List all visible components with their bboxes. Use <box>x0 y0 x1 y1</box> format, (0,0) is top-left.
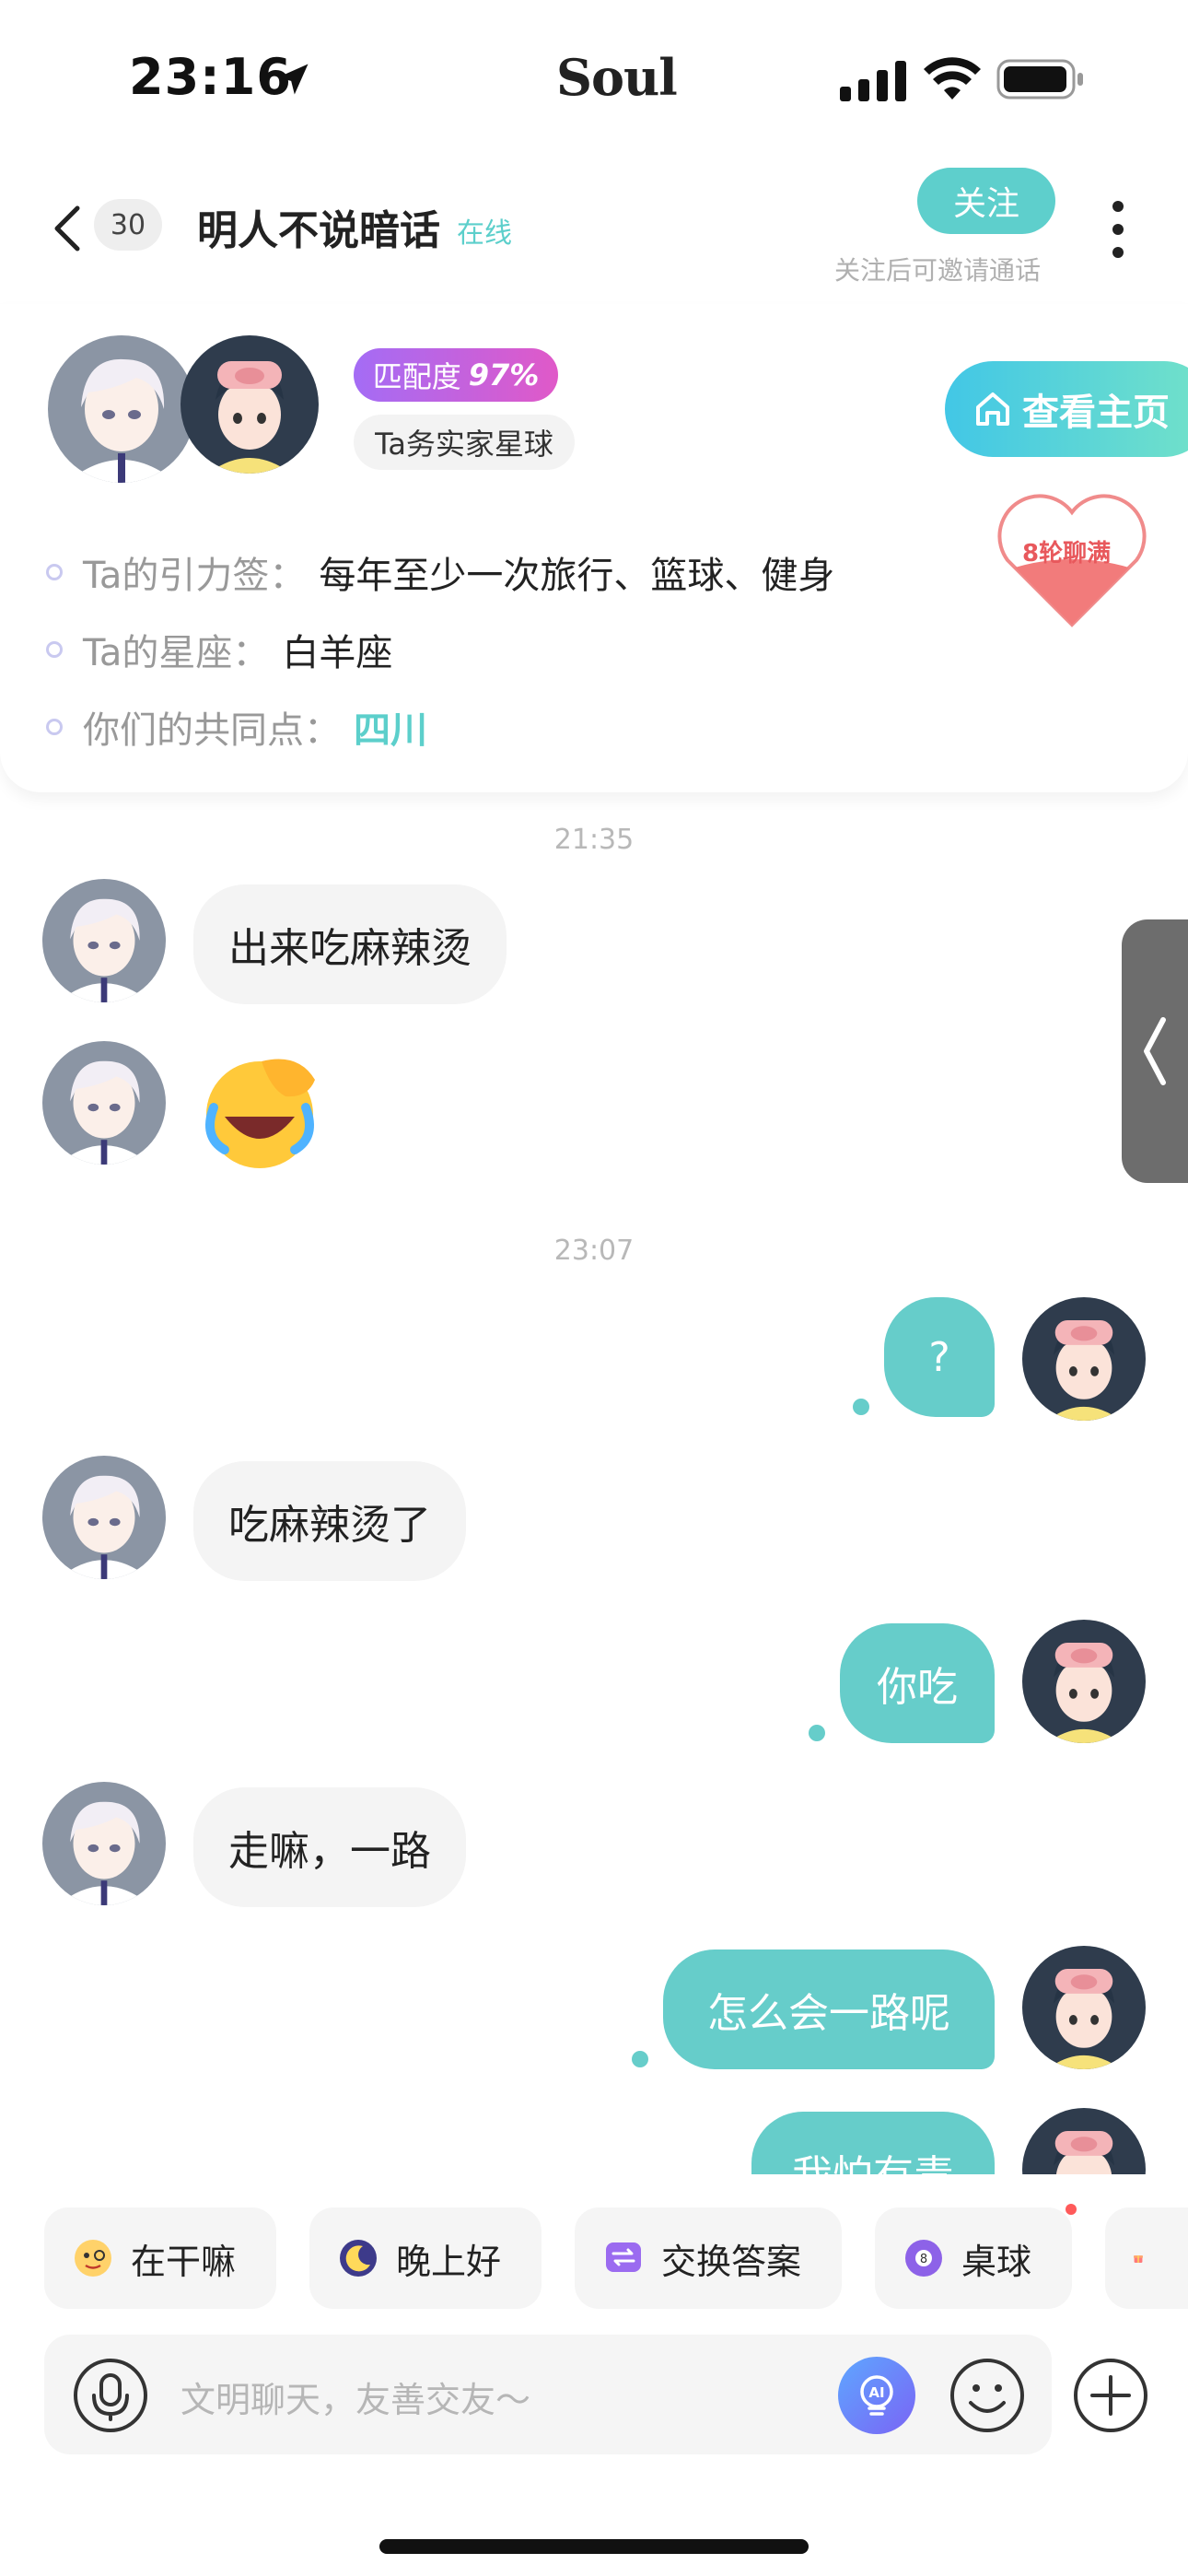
battery-icon <box>996 59 1083 100</box>
avatar-me[interactable] <box>1022 1946 1146 2069</box>
chat-rounds-label: 8轮聊满 <box>1022 540 1112 568</box>
quick-reply-label: 交换答案 <box>661 2241 802 2282</box>
crying-laughing-emoji-icon[interactable] <box>197 1052 326 1172</box>
back-arrow-icon[interactable] <box>50 205 87 252</box>
timestamp: 23:07 <box>553 1235 635 1267</box>
message-bubble-incoming[interactable]: 出来吃麻辣烫 <box>193 884 507 1004</box>
match-badge: 匹配度 97% <box>354 348 558 402</box>
message-bubble-incoming[interactable]: 走嘛，一路 <box>193 1787 466 1907</box>
match-value: 97% <box>468 357 540 392</box>
avatar-other[interactable] <box>42 879 166 1002</box>
message-bubble-outgoing[interactable]: 怎么会一路呢 <box>663 1950 995 2069</box>
follow-button[interactable]: 关注 <box>917 168 1055 234</box>
zodiac-value: 白羊座 <box>282 632 393 674</box>
quick-reply-label: 在干嘛 <box>131 2241 237 2282</box>
quick-reply-label: 桌球 <box>961 2241 1032 2282</box>
gravity-value: 每年至少一次旅行、篮球、健身 <box>319 555 835 597</box>
location-arrow-icon <box>277 64 309 95</box>
unread-count-badge: 30 <box>94 199 162 251</box>
side-drawer-tab[interactable] <box>1122 919 1188 1183</box>
quick-reply-label: 晚上好 <box>396 2241 502 2282</box>
common-value: 四川 <box>354 709 427 752</box>
online-status: 在线 <box>457 217 512 250</box>
match-label: 匹配度 <box>372 359 461 394</box>
bullet-icon <box>46 564 63 580</box>
microphone-icon[interactable] <box>72 2357 149 2434</box>
quick-reply-chip[interactable]: 晚上好 <box>309 2207 542 2309</box>
svg-text:8: 8 <box>920 2253 927 2266</box>
more-options-icon[interactable] <box>1107 197 1129 262</box>
planet-tag: Ta务实家星球 <box>354 415 575 470</box>
ai-bulb-icon: AI <box>860 2375 893 2416</box>
message-bubble-outgoing[interactable]: 你吃 <box>840 1623 995 1743</box>
notification-dot <box>1066 2204 1077 2215</box>
message-bubble-outgoing[interactable]: ? <box>884 1297 995 1417</box>
common-points-row: 你们的共同点： 四川 <box>46 700 427 754</box>
view-profile-label: 查看主页 <box>1022 392 1170 434</box>
chevron-left-icon <box>1144 1017 1166 1085</box>
home-indicator <box>379 2539 809 2554</box>
quick-reply-chip[interactable]: 在干嘛 <box>44 2207 276 2309</box>
chat-rounds-heart[interactable]: 8轮聊满 <box>989 486 1155 634</box>
zodiac-label: Ta的星座： <box>83 632 270 674</box>
view-profile-button[interactable]: 查看主页 <box>945 361 1188 457</box>
bubble-tail-dot <box>853 1399 869 1415</box>
bubble-tail-dot <box>809 1725 825 1741</box>
moon-icon <box>340 2240 377 2277</box>
gravity-tags-row: Ta的引力签： 每年至少一次旅行、篮球、健身 <box>46 545 834 599</box>
gravity-label: Ta的引力签： <box>83 555 307 597</box>
swap-icon <box>606 2242 641 2272</box>
emoji-icon[interactable] <box>947 2355 1028 2436</box>
message-bubble-incoming[interactable]: 吃麻辣烫了 <box>193 1461 466 1581</box>
quick-reply-chip[interactable]: 交换答案 <box>575 2207 842 2309</box>
gift-icon <box>1134 2255 1143 2263</box>
avatar-other[interactable] <box>42 1782 166 1905</box>
svg-text:AI: AI <box>868 2384 884 2401</box>
zodiac-row: Ta的星座： 白羊座 <box>46 623 392 676</box>
bullet-icon <box>46 719 63 735</box>
avatar-me[interactable] <box>1022 1297 1146 1421</box>
wifi-icon <box>924 57 981 100</box>
chat-title: 明人不说暗话 <box>197 207 440 254</box>
face-emoji-icon <box>75 2240 111 2277</box>
cellular-signal-icon <box>840 61 906 101</box>
avatar-other[interactable] <box>42 1041 166 1165</box>
ai-assistant-button[interactable]: AI <box>838 2357 915 2434</box>
billiard-ball-icon: 8 <box>905 2240 942 2277</box>
timestamp: 21:35 <box>553 824 635 856</box>
avatar-me-large[interactable] <box>181 335 319 474</box>
avatar-other[interactable] <box>42 1456 166 1579</box>
plus-icon[interactable] <box>1070 2355 1151 2436</box>
app-brand: Soul <box>556 48 678 107</box>
bullet-icon <box>46 641 63 658</box>
follow-hint: 关注后可邀请通话 <box>834 255 1042 286</box>
gift-chip[interactable] <box>1105 2207 1188 2309</box>
avatar-other-large[interactable] <box>48 335 195 483</box>
status-time: 23:16 <box>129 48 292 106</box>
home-icon <box>976 392 1009 426</box>
avatar-me[interactable] <box>1022 1620 1146 1743</box>
message-input-placeholder: 文明聊天，友善交友～ <box>181 2380 531 2420</box>
quick-reply-chip[interactable]: 8 桌球 <box>875 2207 1072 2309</box>
common-label: 你们的共同点： <box>83 709 341 752</box>
bubble-tail-dot <box>632 2051 648 2067</box>
